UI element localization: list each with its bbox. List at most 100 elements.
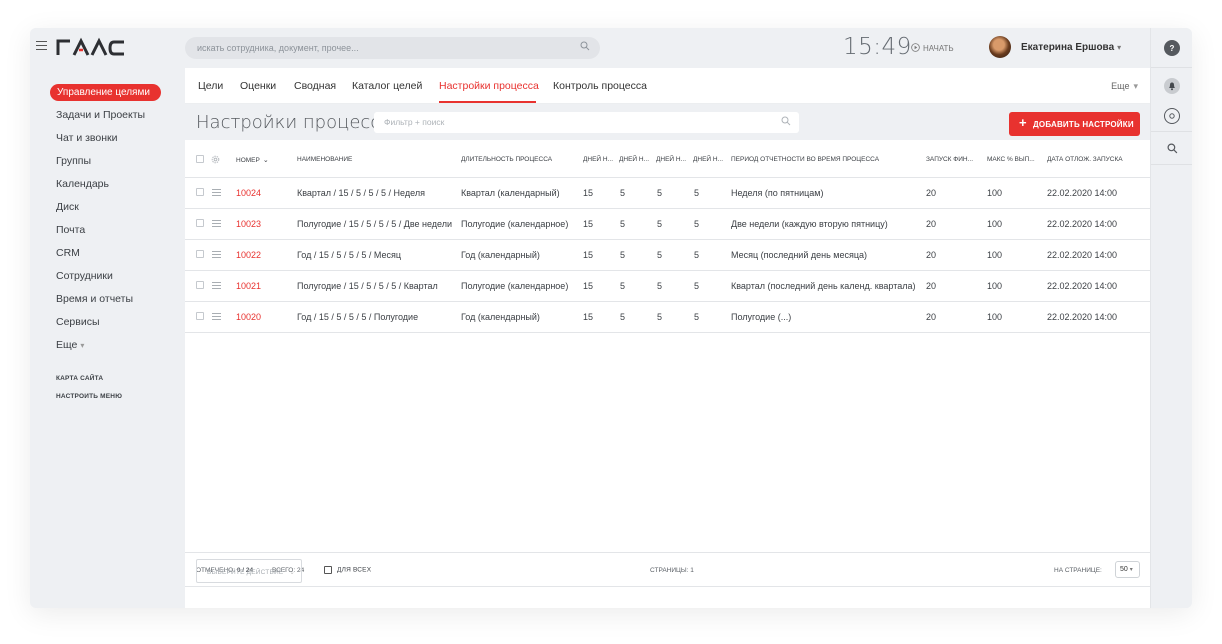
sidebar-item-more[interactable]: Еще ▾ (56, 339, 84, 351)
row-checkbox[interactable] (196, 281, 204, 289)
row-checkbox[interactable] (196, 250, 204, 258)
column-deferred-date[interactable]: ДАТА ОТЛОЖ. ЗАПУСКА (1047, 156, 1123, 163)
cell-report-period: Две недели (каждую вторую пятницу) (731, 219, 888, 229)
sidebar-item-tasks[interactable]: Задачи и Проекты (56, 109, 145, 121)
chevron-down-icon: ▾ (1129, 567, 1133, 573)
chevron-down-icon: ▾ (1133, 81, 1138, 91)
filter-input[interactable]: Фильтр + поиск (374, 112, 799, 133)
cell-max-percent: 100 (987, 219, 1003, 229)
table-row[interactable]: 10021 Полугодие / 15 / 5 / 5 / 5 / Кварта… (185, 271, 1150, 302)
sidebar-item-calendar[interactable]: Календарь (56, 178, 109, 190)
tabs-more-button[interactable]: Еще ▾ (1111, 81, 1138, 92)
select-all-checkbox[interactable] (196, 155, 204, 163)
configure-menu-link[interactable]: НАСТРОИТЬ МЕНЮ (56, 393, 122, 400)
tab-summary[interactable]: Сводная (294, 80, 336, 92)
search-placeholder: искать сотрудника, документ, прочее... (197, 43, 359, 53)
column-number[interactable]: НОМЕР ⌄ (236, 156, 269, 164)
row-menu-icon[interactable] (212, 313, 221, 320)
sidebar-item-disk[interactable]: Диск (56, 201, 79, 213)
column-report-period[interactable]: ПЕРИОД ОТЧЕТНОСТИ ВО ВРЕМЯ ПРОЦЕССА (731, 156, 879, 163)
table-row[interactable]: 10020 Год / 15 / 5 / 5 / 5 / Полугодие Год… (185, 302, 1150, 333)
cell-max-percent: 100 (987, 250, 1003, 260)
sidebar-item-services[interactable]: Сервисы (56, 316, 100, 328)
cell-number[interactable]: 10021 (236, 281, 261, 291)
sidebar-item-goals[interactable]: Управление целями (50, 84, 161, 101)
cell-deferred-date: 22.02.2020 14:00 (1047, 250, 1118, 260)
sidebar-item-crm[interactable]: CRM (56, 247, 80, 259)
sidebar-item-mail[interactable]: Почта (56, 224, 85, 236)
column-duration[interactable]: ДЛИТЕЛЬНОСТЬ ПРОЦЕССА (461, 156, 552, 163)
help-icon[interactable]: ? (1164, 40, 1180, 56)
cell-days-2: 5 (620, 312, 626, 322)
cell-name: Полугодие / 15 / 5 / 5 / 5 / Квартал (297, 281, 438, 291)
sitemap-link[interactable]: КАРТА САЙТА (56, 375, 103, 382)
column-max-percent[interactable]: МАКС % ВЫП... (987, 156, 1035, 163)
chat-icon[interactable] (1164, 108, 1180, 124)
cell-days-1: 15 (583, 219, 594, 229)
sidebar-item-time[interactable]: Время и отчеты (56, 293, 133, 305)
bell-icon[interactable] (1164, 78, 1180, 94)
sidebar-item-employees[interactable]: Сотрудники (56, 270, 113, 282)
user-menu[interactable]: Екатерина Ершова ▾ (1021, 42, 1121, 53)
for-all-checkbox[interactable] (324, 566, 332, 574)
row-menu-icon[interactable] (212, 251, 221, 258)
cell-name: Квартал / 15 / 5 / 5 / 5 / Неделя (297, 188, 425, 198)
action-select-label: ВЫБЕРИТЕ ДЕЙСТВИЕ (207, 569, 284, 576)
per-page-select[interactable]: 50 ▾ (1115, 561, 1140, 578)
tab-goals-catalog[interactable]: Каталог целей (352, 80, 422, 92)
cell-days-2: 5 (620, 188, 626, 198)
main-content: Цели Оценки Сводная Каталог целей Настро… (185, 68, 1150, 608)
tab-ratings[interactable]: Оценки (240, 80, 276, 92)
add-settings-button[interactable]: + ДОБАВИТЬ НАСТРОЙКИ (1009, 112, 1140, 136)
row-menu-icon[interactable] (212, 282, 221, 289)
avatar[interactable] (989, 36, 1011, 58)
column-name[interactable]: НАИМЕНОВАНИЕ (297, 156, 352, 163)
cell-number[interactable]: 10023 (236, 219, 261, 229)
cell-launch-fin: 20 (926, 188, 937, 198)
search-icon (580, 41, 590, 53)
right-rail: ? (1150, 28, 1192, 608)
chevron-down-icon: ▾ (1117, 43, 1122, 52)
cell-name: Год / 15 / 5 / 5 / 5 / Полугодие (297, 312, 419, 322)
cell-launch-fin: 20 (926, 219, 937, 229)
cell-duration: Год (календарный) (461, 312, 540, 322)
cell-days-1: 15 (583, 312, 594, 322)
start-button[interactable]: НАЧАТЬ (911, 43, 954, 54)
tab-process-settings[interactable]: Настройки процесса (439, 80, 539, 92)
cell-number[interactable]: 10020 (236, 312, 261, 322)
column-launch-fin[interactable]: ЗАПУСК ФИН... (926, 156, 973, 163)
svg-text:?: ? (1170, 44, 1175, 53)
sidebar-item-groups[interactable]: Группы (56, 155, 91, 167)
column-days-1[interactable]: ДНЕЙ Н... (583, 156, 613, 163)
table-row[interactable]: 10024 Квартал / 15 / 5 / 5 / 5 / Неделя Кв… (185, 178, 1150, 209)
cell-days-3: 5 (657, 281, 663, 291)
user-name: Екатерина Ершова (1021, 42, 1115, 53)
row-checkbox[interactable] (196, 312, 204, 320)
active-tab-indicator (439, 101, 536, 103)
search-icon[interactable] (1164, 140, 1180, 156)
cell-days-1: 15 (583, 281, 594, 291)
tab-goals[interactable]: Цели (198, 80, 223, 92)
cell-duration: Полугодие (календарное) (461, 281, 569, 291)
table-row[interactable]: 10022 Год / 15 / 5 / 5 / 5 / Месяц Год (ка… (185, 240, 1150, 271)
for-all-option[interactable]: ДЛЯ ВСЕХ (324, 566, 371, 574)
cell-duration: Год (календарный) (461, 250, 540, 260)
row-checkbox[interactable] (196, 219, 204, 227)
search-input[interactable]: искать сотрудника, документ, прочее... (185, 37, 600, 59)
chevron-down-icon: ⌄ (289, 569, 296, 576)
sidebar-item-chat[interactable]: Чат и звонки (56, 132, 118, 144)
tab-process-control[interactable]: Контроль процесса (553, 80, 647, 92)
row-menu-icon[interactable] (212, 220, 221, 227)
row-menu-icon[interactable] (212, 189, 221, 196)
action-select[interactable]: ВЫБЕРИТЕ ДЕЙСТВИЕ ⌄ (196, 559, 302, 583)
column-days-3[interactable]: ДНЕЙ Н... (656, 156, 686, 163)
column-days-4[interactable]: ДНЕЙ Н... (693, 156, 723, 163)
logo[interactable] (56, 37, 128, 62)
column-days-2[interactable]: ДНЕЙ Н... (619, 156, 649, 163)
cell-number[interactable]: 10024 (236, 188, 261, 198)
gear-icon[interactable] (210, 152, 221, 170)
menu-icon[interactable] (36, 41, 47, 50)
cell-number[interactable]: 10022 (236, 250, 261, 260)
table-row[interactable]: 10023 Полугодие / 15 / 5 / 5 / 5 / Две не… (185, 209, 1150, 240)
row-checkbox[interactable] (196, 188, 204, 196)
